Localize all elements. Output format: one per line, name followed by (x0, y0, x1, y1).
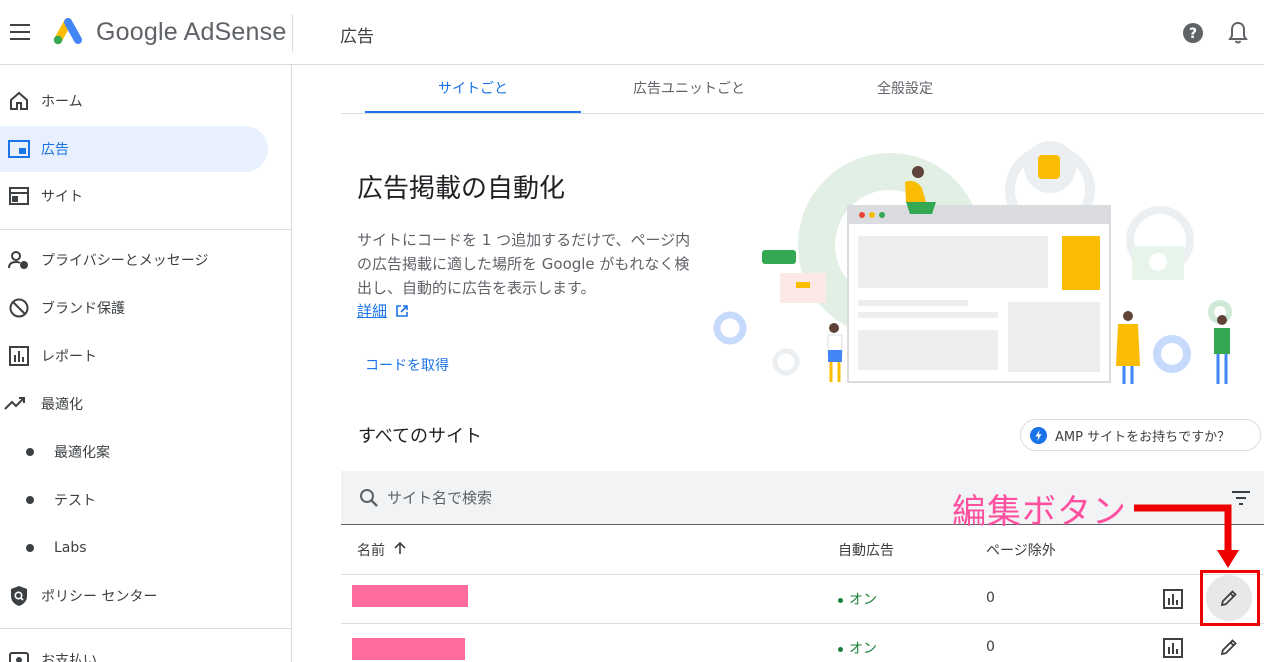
sidebar-nav: ホーム 広告 サイト プライバシーとメッセージ ブランド保護 レポート 最適化 … (0, 65, 292, 662)
menu-icon[interactable] (10, 24, 30, 40)
sidebar-item-label: ブランド保護 (41, 301, 125, 317)
open-in-new-icon[interactable] (395, 304, 409, 318)
reports-icon (9, 346, 29, 366)
sidebar-item-label: Labs (54, 540, 87, 556)
sidebar-item-label: ポリシー センター (41, 589, 158, 605)
page-title: 広告 (340, 27, 374, 47)
arrow-up-icon[interactable] (393, 541, 407, 555)
tab-by-ad-unit[interactable]: 広告ユニットごと (581, 68, 797, 113)
sidebar-item-label: テスト (54, 493, 96, 509)
adsense-logo-icon (53, 18, 82, 45)
page-exclusion-count: 0 (986, 590, 995, 606)
sidebar-item-label: 最適化 (41, 397, 83, 413)
edit-button[interactable] (1206, 624, 1252, 662)
amp-chip-label: AMP サイトをお持ちですか？ (1055, 429, 1231, 445)
status-label: オン (849, 641, 877, 657)
sidebar-item-label: お支払い (41, 653, 97, 662)
sidebar-item-optimization[interactable]: 最適化 (0, 381, 268, 427)
bullet-icon (26, 496, 34, 504)
sidebar-item-experiments[interactable]: テスト (0, 477, 268, 523)
sidebar-item-label: サイト (41, 189, 83, 205)
column-header-name[interactable]: 名前 (357, 540, 385, 560)
sidebar-item-opportunities[interactable]: 最適化案 (0, 429, 268, 475)
report-icon[interactable] (1163, 638, 1183, 658)
section-title: すべてのサイト (358, 426, 483, 447)
sidebar-item-policy-center[interactable]: ポリシー センター (0, 573, 268, 619)
ads-icon (8, 140, 30, 158)
sidebar-item-label: レポート (41, 349, 97, 365)
brand-name: Google AdSense (96, 18, 287, 46)
divider (0, 628, 292, 629)
divider (341, 574, 1264, 575)
page-exclusion-count: 0 (986, 639, 995, 655)
redacted-site-name (352, 638, 465, 660)
hero-description: サイトにコードを 1 つ追加するだけで、ページ内の広告掲載に適した場所を Goo… (357, 231, 691, 297)
status-label: オン (849, 592, 877, 608)
annotation-highlight-box (1200, 570, 1260, 626)
bullet-icon (26, 544, 34, 552)
auto-ads-status: オン (838, 638, 877, 658)
auto-ads-illustration (713, 141, 1232, 384)
column-header-page-exclusion: ページ除外 (986, 543, 1056, 559)
details-link[interactable]: 詳細 (357, 300, 387, 321)
status-dot-icon (838, 646, 843, 652)
block-icon (9, 298, 29, 318)
site-search-input[interactable] (387, 485, 987, 511)
sidebar-item-label: 広告 (41, 142, 69, 158)
divider (292, 14, 293, 52)
help-icon[interactable]: ? (1182, 22, 1204, 44)
auto-ads-status: オン (838, 589, 877, 609)
sidebar-item-labs[interactable]: Labs (0, 525, 268, 571)
divider (341, 623, 1264, 624)
pencil-icon (1220, 639, 1237, 656)
sidebar-item-payments[interactable]: お支払い (0, 637, 268, 662)
tab-by-site[interactable]: サイトごと (365, 68, 581, 113)
annotation-label: 編集ボタン (952, 492, 1127, 532)
sidebar-item-privacy[interactable]: プライバシーとメッセージ (0, 237, 268, 283)
status-dot-icon (838, 597, 843, 603)
bullet-icon (26, 448, 34, 456)
column-header-auto-ads: 自動広告 (838, 543, 894, 559)
report-icon[interactable] (1163, 589, 1183, 609)
annotation-arrow-icon (1134, 504, 1239, 568)
hero-title: 広告掲載の自動化 (357, 174, 566, 204)
sidebar-item-label: プライバシーとメッセージ (41, 253, 209, 269)
svg-text:?: ? (1189, 26, 1197, 42)
sidebar-item-brand-safety[interactable]: ブランド保護 (0, 285, 268, 331)
sidebar-item-label: ホーム (41, 94, 83, 110)
sites-icon (9, 187, 29, 205)
sidebar-item-ads[interactable]: 広告 (0, 126, 268, 172)
sidebar-item-sites[interactable]: サイト (0, 173, 268, 219)
divider (0, 229, 292, 230)
sidebar-item-home[interactable]: ホーム (0, 78, 268, 124)
policy-shield-icon (11, 586, 27, 606)
top-app-bar: Google AdSense 広告 ? (0, 0, 1264, 65)
tabs-divider (341, 113, 1264, 114)
search-icon (360, 489, 378, 507)
sidebar-item-reports[interactable]: レポート (0, 333, 268, 379)
redacted-site-name (352, 585, 468, 607)
get-code-button[interactable]: コードを取得 (365, 355, 449, 375)
amp-bolt-icon (1030, 427, 1047, 444)
home-icon (10, 91, 28, 110)
notifications-bell-icon[interactable] (1227, 21, 1249, 45)
payments-icon (9, 652, 29, 662)
trending-up-icon (4, 397, 25, 410)
sidebar-item-label: 最適化案 (54, 445, 110, 461)
amp-sites-chip[interactable]: AMP サイトをお持ちですか？ (1020, 419, 1261, 451)
tab-global-settings[interactable]: 全般設定 (797, 68, 1013, 113)
privacy-icon (8, 251, 28, 269)
